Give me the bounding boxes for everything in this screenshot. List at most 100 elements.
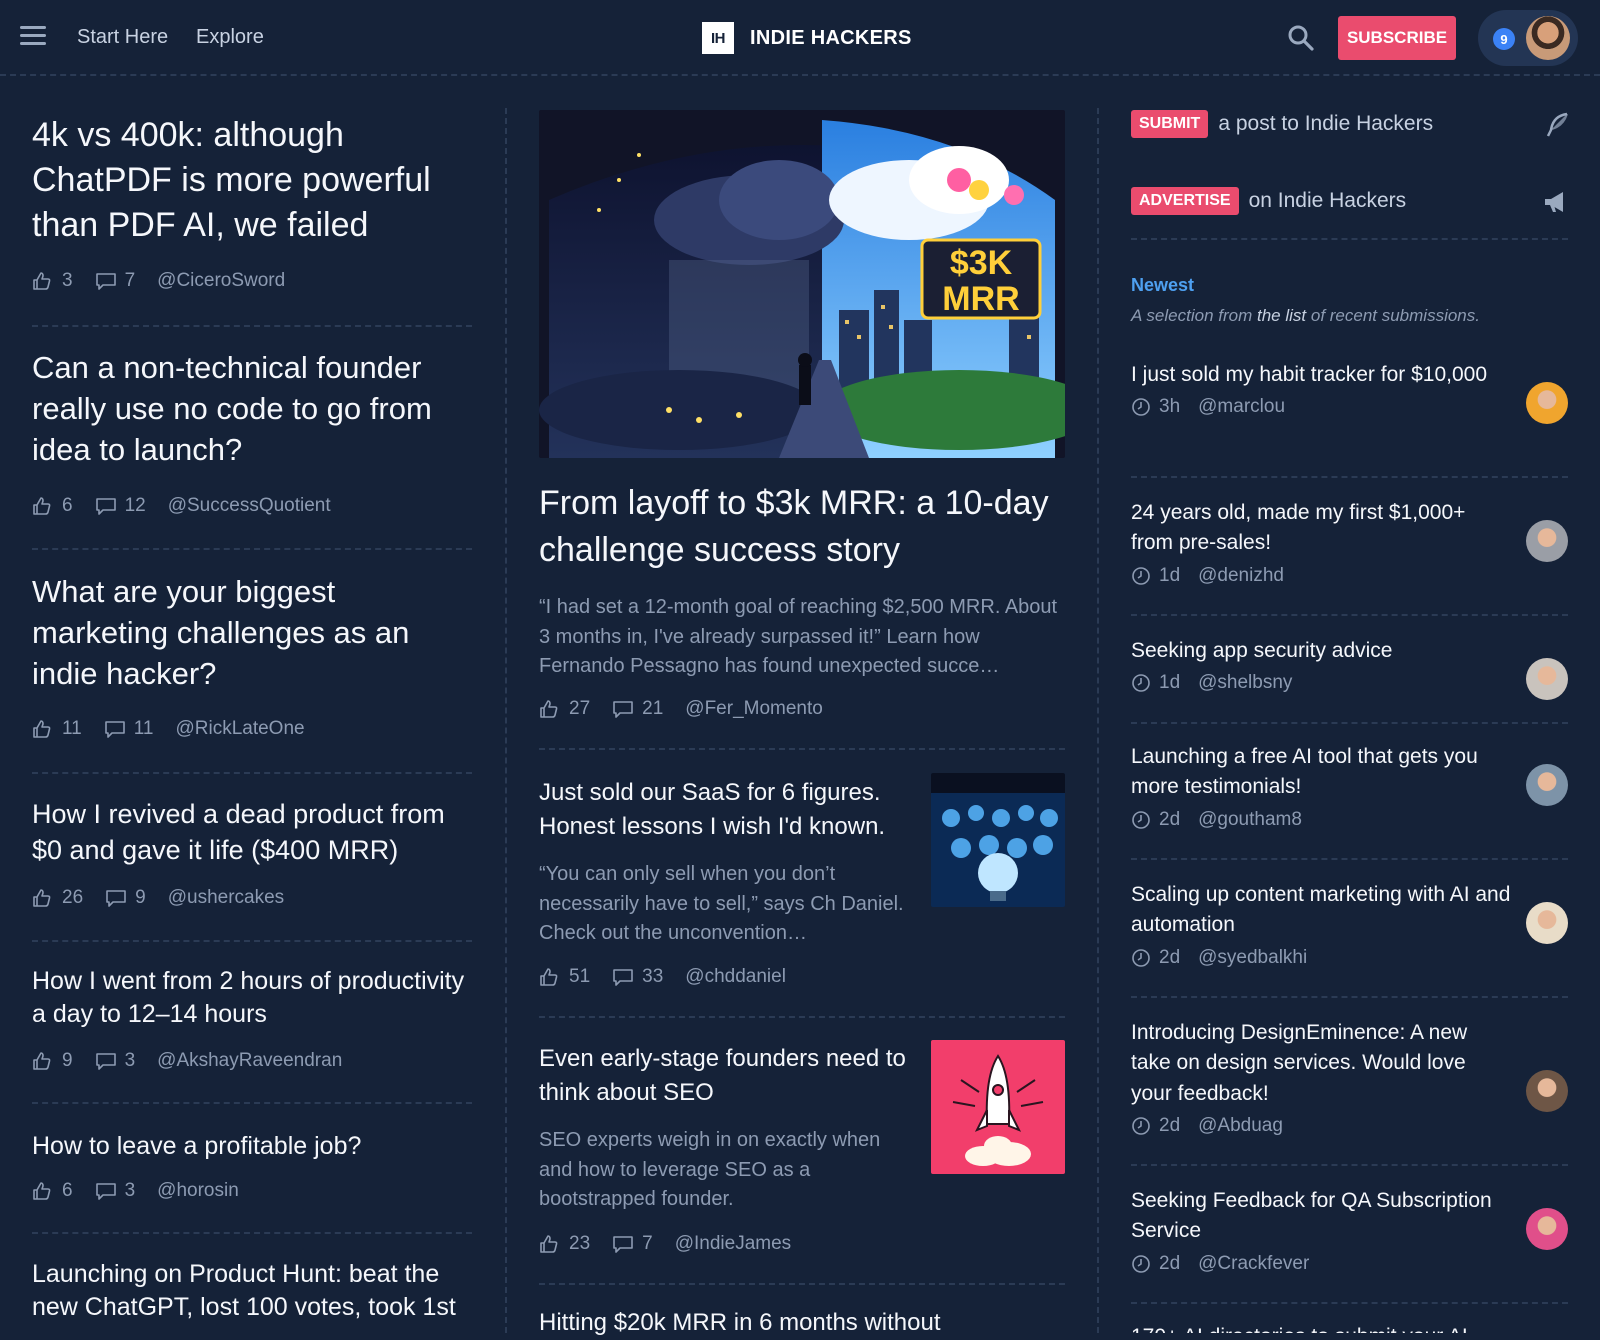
featured-title[interactable]: From layoff to $3k MRR: a 10-day challen… (539, 480, 1059, 574)
comment-icon[interactable] (612, 967, 634, 987)
submit-text[interactable]: a post to Indie Hackers (1218, 112, 1433, 136)
notification-badge[interactable]: 9 (1493, 28, 1515, 50)
newest-heading[interactable]: Newest (1131, 275, 1194, 296)
post-thumbnail[interactable] (931, 1040, 1065, 1174)
newest-item-title[interactable]: Introducing DesignEminence: A new take o… (1131, 1018, 1511, 1109)
like-icon[interactable] (32, 1181, 54, 1201)
user-menu[interactable]: 9 (1478, 10, 1578, 66)
like-icon[interactable] (539, 967, 561, 987)
nav-explore[interactable]: Explore (196, 26, 264, 49)
post-meta: 3 7 @CiceroSword (32, 270, 285, 292)
newest-item[interactable]: I just sold my habit tracker for $10,000… (1131, 360, 1511, 418)
like-icon[interactable] (539, 699, 561, 719)
newest-item-meta: 2d @syedbalkhi (1131, 947, 1511, 969)
comment-icon[interactable] (612, 1234, 634, 1254)
post-title[interactable]: Even early-stage founders need to think … (539, 1042, 909, 1110)
post-title[interactable]: Launching on Product Hunt: beat the new … (32, 1258, 472, 1324)
newest-item-title[interactable]: I just sold my habit tracker for $10,000 (1131, 360, 1511, 390)
avatar[interactable] (1526, 16, 1570, 60)
comment-icon[interactable] (95, 496, 117, 516)
newest-item[interactable]: Introducing DesignEminence: A new take o… (1131, 1018, 1511, 1137)
divider (539, 748, 1065, 750)
newest-item-title[interactable]: Launching a free AI tool that gets you m… (1131, 742, 1511, 803)
author-link[interactable]: @denizhd (1198, 565, 1284, 587)
author-link[interactable]: @AkshayRaveendran (157, 1050, 342, 1072)
logo-text: INDIE HACKERS (750, 26, 912, 49)
newest-item[interactable]: Seeking Feedback for QA Subscription Ser… (1131, 1186, 1511, 1275)
advertise-button[interactable]: ADVERTISE (1131, 187, 1239, 215)
newest-item-title[interactable]: 24 years old, made my first $1,000+ from… (1131, 498, 1511, 559)
like-icon[interactable] (32, 271, 54, 291)
like-icon[interactable] (32, 1051, 54, 1071)
post-excerpt: “You can only sell when you don’t necess… (539, 863, 904, 945)
post-thumbnail[interactable] (931, 773, 1065, 907)
newest-item[interactable]: Scaling up content marketing with AI and… (1131, 880, 1511, 969)
menu-icon[interactable] (20, 26, 46, 46)
featured-excerpt: “I had set a 12-month goal of reaching $… (539, 596, 1058, 678)
post-title[interactable]: How I revived a dead product from $0 and… (32, 797, 472, 868)
like-icon[interactable] (32, 719, 54, 739)
like-icon[interactable] (32, 496, 54, 516)
comment-icon[interactable] (95, 271, 117, 291)
divider (539, 1016, 1065, 1018)
post-title[interactable]: 4k vs 400k: although ChatPDF is more pow… (32, 113, 472, 248)
author-link[interactable]: @horosin (157, 1180, 239, 1202)
subscribe-button[interactable]: SUBSCRIBE (1338, 16, 1456, 60)
avatar[interactable] (1526, 520, 1568, 562)
post-title[interactable]: Can a non-technical founder really use n… (32, 348, 472, 471)
newest-item[interactable]: 170+ AI directories to submit your AI (1131, 1322, 1511, 1333)
newest-item[interactable]: 24 years old, made my first $1,000+ from… (1131, 498, 1511, 587)
author-link[interactable]: @goutham8 (1198, 809, 1302, 831)
author-link[interactable]: @CiceroSword (157, 270, 285, 292)
author-link[interactable]: @IndieJames (675, 1233, 791, 1255)
post-meta: 51 33 @chddaniel (539, 966, 786, 988)
newest-item-meta: 2d @goutham8 (1131, 809, 1511, 831)
newest-item[interactable]: Launching a free AI tool that gets you m… (1131, 742, 1511, 831)
post-title[interactable]: How I went from 2 hours of productivity … (32, 965, 472, 1031)
author-link[interactable]: @RickLateOne (175, 718, 304, 740)
the-list-link[interactable]: the list (1257, 306, 1306, 325)
like-icon[interactable] (32, 888, 54, 908)
author-link[interactable]: @SuccessQuotient (168, 495, 331, 517)
post-title[interactable]: Just sold our SaaS for 6 figures. Honest… (539, 776, 909, 844)
comment-icon[interactable] (95, 1051, 117, 1071)
post-title[interactable]: Hitting $20k MRR in 6 months without (539, 1306, 1065, 1340)
like-icon[interactable] (539, 1234, 561, 1254)
avatar[interactable] (1526, 1208, 1568, 1250)
author-link[interactable]: @marclou (1198, 396, 1285, 418)
featured-image[interactable]: $3K MRR (539, 110, 1065, 458)
author-link[interactable]: @Crackfever (1198, 1253, 1309, 1275)
newest-item-title[interactable]: Seeking Feedback for QA Subscription Ser… (1131, 1186, 1511, 1247)
avatar[interactable] (1526, 382, 1568, 424)
newest-item-meta: 1d @denizhd (1131, 565, 1511, 587)
author-link[interactable]: @shelbsny (1198, 672, 1292, 694)
advertise-text[interactable]: on Indie Hackers (1249, 189, 1407, 213)
comment-icon[interactable] (95, 1181, 117, 1201)
author-link[interactable]: @Fer_Momento (685, 698, 823, 720)
avatar[interactable] (1526, 1070, 1568, 1112)
newest-item-title[interactable]: Scaling up content marketing with AI and… (1131, 880, 1511, 941)
site-logo[interactable]: IH INDIE HACKERS (702, 22, 912, 54)
comment-icon[interactable] (104, 719, 126, 739)
author-link[interactable]: @ushercakes (168, 887, 284, 909)
nav-start-here[interactable]: Start Here (77, 26, 168, 49)
newest-item[interactable]: Seeking app security advice 1d @shelbsny (1131, 636, 1511, 694)
divider (32, 1232, 472, 1234)
search-icon[interactable] (1287, 24, 1315, 52)
author-link[interactable]: @syedbalkhi (1198, 947, 1307, 969)
author-link[interactable]: @Abduag (1198, 1115, 1283, 1137)
comment-icon[interactable] (612, 699, 634, 719)
avatar[interactable] (1526, 902, 1568, 944)
avatar[interactable] (1526, 764, 1568, 806)
newest-item-title[interactable]: Seeking app security advice (1131, 636, 1511, 666)
comment-icon[interactable] (105, 888, 127, 908)
author-link[interactable]: @chddaniel (685, 966, 786, 988)
divider (1131, 1164, 1568, 1166)
post-title[interactable]: How to leave a profitable job? (32, 1130, 472, 1163)
clock-icon (1131, 566, 1151, 586)
top-navbar: Start Here Explore IH INDIE HACKERS SUBS… (0, 0, 1600, 76)
post-title[interactable]: What are your biggest marketing challeng… (32, 572, 472, 695)
newest-item-title[interactable]: 170+ AI directories to submit your AI (1131, 1322, 1511, 1333)
submit-button[interactable]: SUBMIT (1131, 110, 1209, 138)
avatar[interactable] (1526, 658, 1568, 700)
